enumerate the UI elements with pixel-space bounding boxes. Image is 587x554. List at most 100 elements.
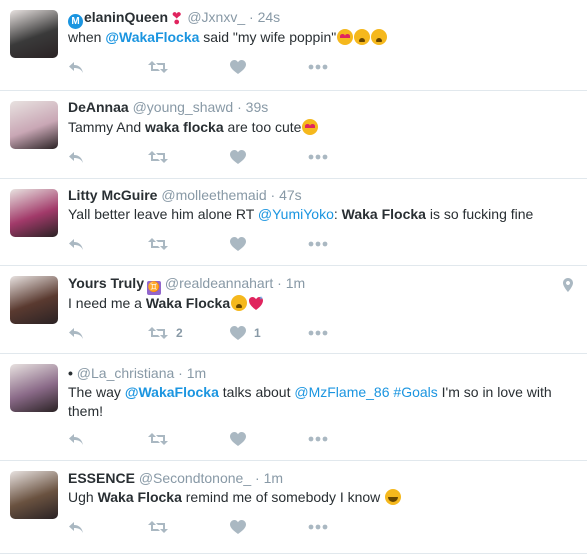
avatar[interactable] [10, 471, 58, 519]
tweet-header: MelaninQueen ❣ @Jxnxv_ · 24s [68, 8, 280, 29]
avatar[interactable] [10, 364, 58, 412]
username-handle[interactable]: @realdeannahart [165, 275, 273, 291]
reply-button[interactable] [68, 323, 84, 343]
retweet-button[interactable] [148, 147, 168, 167]
display-name[interactable]: ESSENCE [68, 470, 135, 486]
timestamp[interactable]: 24s [258, 9, 281, 25]
display-name-text: elaninQueen [84, 9, 169, 25]
retweet-icon [148, 237, 168, 251]
separator-dot: · [273, 275, 286, 291]
tweet[interactable]: Yours Truly ♊ @realdeannahart · 1m I need … [0, 266, 587, 354]
username-handle[interactable]: @Jxnxv_ [187, 9, 245, 25]
like-button[interactable] [230, 147, 246, 167]
more-button[interactable] [308, 323, 328, 343]
display-name[interactable]: • [68, 365, 73, 381]
mention-link[interactable]: @WakaFlocka [105, 29, 199, 45]
reply-icon [68, 237, 84, 251]
heart-eyes-emoji [302, 119, 319, 135]
mention-link[interactable]: @WakaFlocka [125, 384, 219, 400]
tweet[interactable]: DeAnnaa @young_shawd · 39s Tammy And waka… [0, 91, 587, 179]
separator-dot: · [233, 99, 246, 115]
like-button[interactable] [230, 517, 246, 537]
timestamp[interactable]: 1m [264, 470, 283, 486]
more-button[interactable] [308, 57, 328, 77]
heart-icon [230, 149, 246, 165]
heart-exclamation-icon: ❣ [170, 11, 184, 28]
retweet-button[interactable] [148, 517, 168, 537]
tweet[interactable]: • @La_christiana · 1m The way @WakaFlocka… [0, 354, 587, 461]
heart-icon [230, 59, 246, 75]
retweet-icon [148, 432, 168, 446]
more-button[interactable] [308, 517, 328, 537]
weary-emoji [231, 295, 248, 311]
reply-icon [68, 60, 84, 74]
separator-dot: · [251, 470, 264, 486]
separator-dot: · [266, 187, 280, 203]
display-name[interactable]: DeAnnaa [68, 99, 129, 115]
tweet-text: when @WakaFlocka said "my wife poppin" [68, 28, 573, 47]
retweet-button[interactable] [148, 429, 168, 449]
reply-button[interactable] [68, 517, 84, 537]
text-segment: talks about [218, 384, 295, 400]
timestamp[interactable]: 47s [279, 187, 302, 203]
mention-link[interactable]: @YumiYoko [258, 206, 334, 222]
tweet-text: I need me a Waka Flocka [68, 294, 573, 313]
retweet-icon [148, 520, 168, 534]
display-name-text: DeAnnaa [68, 99, 129, 115]
highlighted-term: waka flocka [145, 119, 224, 135]
retweet-icon [148, 150, 168, 164]
like-button[interactable] [230, 57, 246, 77]
display-name-text: ESSENCE [68, 470, 135, 486]
reply-button[interactable] [68, 429, 84, 449]
tweet[interactable]: MelaninQueen ❣ @Jxnxv_ · 24s when @WakaFlo… [0, 0, 587, 91]
reply-button[interactable] [68, 57, 84, 77]
like-button[interactable]: 1 [230, 323, 261, 343]
tears-of-joy-emoji [385, 489, 402, 505]
avatar[interactable] [10, 10, 58, 58]
more-button[interactable] [308, 147, 328, 167]
like-button[interactable] [230, 429, 246, 449]
display-name[interactable]: MelaninQueen [68, 9, 169, 29]
more-button[interactable] [308, 234, 328, 254]
timestamp[interactable]: 1m [187, 365, 206, 381]
avatar[interactable] [10, 101, 58, 149]
retweet-button[interactable]: 2 [148, 323, 183, 343]
avatar[interactable] [10, 276, 58, 324]
retweet-icon [148, 326, 168, 340]
text-segment: when [68, 29, 106, 45]
retweet-button[interactable] [148, 57, 168, 77]
tweet[interactable]: ESSENCE @Secondtonone_ · 1m Ugh Waka Floc… [0, 461, 587, 554]
mention-link[interactable]: @MzFlame_86 [294, 384, 389, 400]
retweet-button[interactable] [148, 234, 168, 254]
heart-eyes-emoji [337, 29, 354, 45]
text-segment: is so fucking fine [425, 206, 534, 222]
display-name[interactable]: Litty McGuire [68, 187, 157, 203]
highlighted-term: Waka Flocka [341, 206, 426, 222]
tweet-actions [68, 517, 368, 537]
reply-button[interactable] [68, 234, 84, 254]
username-handle[interactable]: @young_shawd [133, 99, 234, 115]
username-handle[interactable]: @La_christiana [77, 365, 175, 381]
username-handle[interactable]: @molleethemaid [161, 187, 266, 203]
timestamp[interactable]: 39s [246, 99, 269, 115]
timestamp[interactable]: 1m [286, 275, 305, 291]
tweet[interactable]: Litty McGuire @molleethemaid · 47s Yall b… [0, 179, 587, 266]
avatar[interactable] [10, 189, 58, 237]
tweet-text: Tammy And waka flocka are too cute [68, 118, 573, 137]
text-segment: said "my wife poppin" [199, 29, 337, 45]
more-button[interactable] [308, 429, 328, 449]
tweet-actions: 21 [68, 323, 368, 343]
tweet-header: ESSENCE @Secondtonone_ · 1m [68, 469, 283, 487]
mention-link[interactable]: #Goals [393, 384, 437, 400]
username-handle[interactable]: @Secondtonone_ [139, 470, 251, 486]
like-button[interactable] [230, 234, 246, 254]
retweet-icon [148, 60, 168, 74]
more-icon [308, 524, 328, 530]
tweet-header: • @La_christiana · 1m [68, 364, 206, 382]
tweet-header: DeAnnaa @young_shawd · 39s [68, 98, 268, 116]
reply-button[interactable] [68, 147, 84, 167]
tweet-actions [68, 429, 368, 449]
display-name[interactable]: Yours Truly [68, 275, 144, 291]
highlighted-term: Waka Flocka [145, 295, 231, 311]
location-pin-icon[interactable] [563, 278, 573, 297]
